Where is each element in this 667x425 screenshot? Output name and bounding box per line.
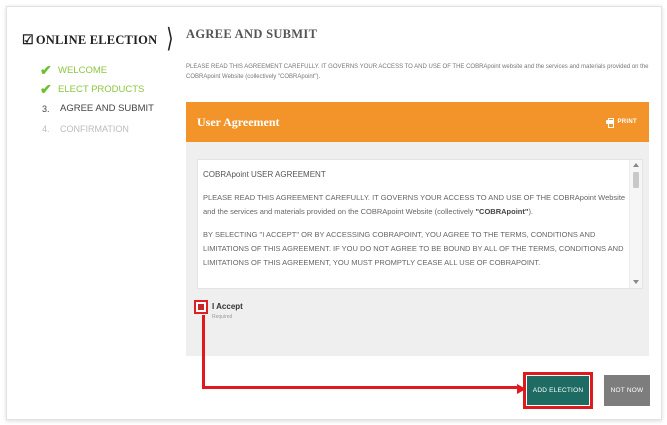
checkbox-checked-icon (198, 304, 204, 310)
step-number: 4. (42, 124, 50, 134)
step-welcome[interactable]: ✔ WELCOME (40, 62, 107, 79)
not-now-button[interactable]: NOT NOW (604, 375, 650, 406)
ballot-box-icon: ☑ (22, 32, 34, 47)
checkmark-icon: ✔ (40, 81, 52, 97)
step-label: ELECT PRODUCTS (58, 84, 145, 95)
print-button[interactable]: PRINT (605, 118, 638, 128)
agreement-text-box[interactable]: COBRApoint USER AGREEMENT PLEASE READ TH… (197, 159, 643, 289)
step-agree-and-submit: 3. AGREE AND SUBMIT (42, 103, 154, 114)
printer-icon (605, 118, 614, 128)
agreement-paragraph: PLEASE READ THIS AGREEMENT CAREFULLY. IT… (203, 193, 626, 216)
agreement-paragraph: BY SELECTING "I ACCEPT" OR BY ACCESSING … (203, 230, 624, 267)
scroll-down-icon[interactable] (633, 280, 639, 284)
accept-checkbox[interactable] (194, 300, 208, 314)
panel-header: User Agreement PRINT (186, 102, 649, 142)
step-label: CONFIRMATION (60, 124, 129, 134)
panel-title: User Agreement (197, 114, 280, 129)
step-confirmation: 4. CONFIRMATION (42, 124, 129, 134)
print-label: PRINT (617, 119, 637, 125)
agreement-heading: COBRApoint USER AGREEMENT (203, 170, 326, 179)
chevron-right-icon[interactable]: ⟩ (166, 26, 174, 53)
step-elect-products[interactable]: ✔ ELECT PRODUCTS (40, 81, 144, 98)
add-election-button[interactable]: ADD ELECTION (527, 376, 589, 405)
intro-text: PLEASE READ THIS AGREEMENT CAREFULLY. IT… (186, 64, 649, 80)
checkmark-icon: ✔ (40, 62, 52, 78)
page-title: AGREE AND SUBMIT (186, 27, 318, 41)
user-agreement-panel: User Agreement PRINT COBRApoint USER AGR… (186, 102, 649, 356)
app-title-text: ONLINE ELECTION (35, 32, 158, 47)
annotation-arrow-line (202, 386, 519, 389)
scroll-thumb[interactable] (633, 172, 639, 188)
step-label: WELCOME (58, 65, 108, 76)
scrollbar[interactable] (629, 160, 642, 288)
app-title: ☑ ONLINE ELECTION ⟩ (22, 26, 174, 53)
step-number: 3. (42, 103, 50, 114)
step-label: AGREE AND SUBMIT (60, 103, 154, 114)
annotation-arrow-line (202, 315, 205, 389)
required-hint: Required (212, 314, 233, 320)
scroll-up-icon[interactable] (633, 163, 639, 167)
agreement-content: COBRApoint USER AGREEMENT PLEASE READ TH… (203, 168, 628, 279)
accept-label: I Accept (212, 302, 243, 311)
